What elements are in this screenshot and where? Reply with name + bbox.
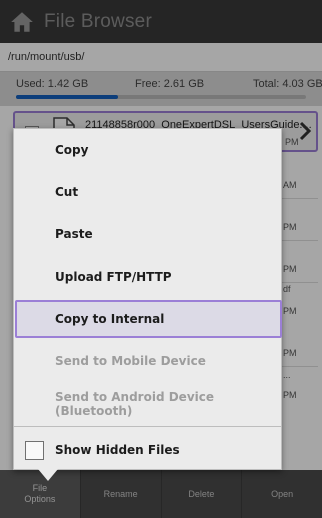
show-hidden-files-checkbox[interactable] bbox=[25, 441, 44, 460]
menu-item-label: Copy bbox=[55, 143, 89, 157]
menu-item-cut[interactable]: Cut bbox=[14, 171, 281, 213]
menu-item-copy[interactable]: Copy bbox=[14, 129, 281, 171]
menu-item-label: Send to Android Device (Bluetooth) bbox=[55, 390, 214, 418]
show-hidden-files-label[interactable]: Show Hidden Files bbox=[55, 443, 180, 457]
menu-item-label: Copy to Internal bbox=[55, 312, 165, 326]
file-options-menu: Copy Cut Paste Upload FTP/HTTP Copy to I… bbox=[13, 128, 282, 481]
menu-item-send-to-mobile-device: Send to Mobile Device bbox=[14, 340, 281, 382]
menu-item-label: Paste bbox=[55, 227, 93, 241]
menu-item-paste[interactable]: Paste bbox=[14, 213, 281, 255]
menu-item-label: Cut bbox=[55, 185, 79, 199]
menu-item-send-to-android-bluetooth: Send to Android Device (Bluetooth) bbox=[14, 383, 281, 425]
menu-pointer-arrow bbox=[38, 469, 58, 481]
menu-item-label: Send to Mobile Device bbox=[55, 354, 206, 368]
menu-item-label: Upload FTP/HTTP bbox=[55, 270, 172, 284]
menu-item-copy-to-internal[interactable]: Copy to Internal bbox=[15, 300, 282, 338]
menu-divider bbox=[14, 426, 281, 427]
menu-item-upload-ftp-http[interactable]: Upload FTP/HTTP bbox=[14, 256, 281, 298]
